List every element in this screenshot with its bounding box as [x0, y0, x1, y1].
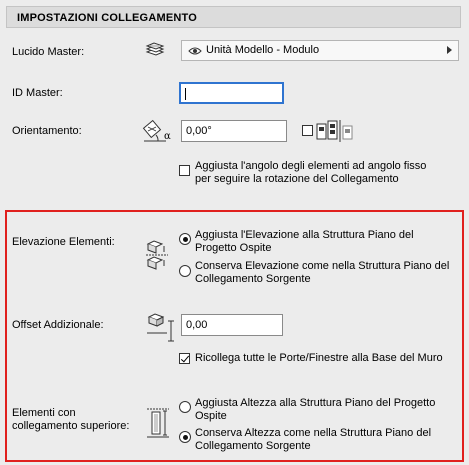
- dropdown-arrow-icon: [447, 46, 452, 54]
- elementi-sup-option-1-line1: Aggiusta Altezza alla Struttura Piano de…: [195, 397, 436, 409]
- elevazione-label: Elevazione Elementi:: [12, 236, 115, 248]
- eye-icon: [188, 46, 202, 59]
- layer-stack-icon: [144, 42, 166, 60]
- top-linked-height-icon: [145, 405, 173, 441]
- reconnect-doors-windows-label: Ricollega tutte le Porte/Finestre alla B…: [195, 352, 443, 364]
- elementi-sup-option-2-line1: Conserva Altezza come nella Struttura Pi…: [195, 427, 432, 439]
- section-title: IMPOSTAZIONI COLLEGAMENTO: [17, 12, 197, 24]
- elevazione-option-2-line2: Collegamento Sorgente: [195, 273, 311, 285]
- rotate-fixed-angle-label-line2: per seguire la rotazione del Collegament…: [195, 173, 399, 185]
- svg-text:α: α: [164, 131, 171, 142]
- rotate-fixed-angle-label-line1: Aggiusta l'angolo degli elementi ad ango…: [195, 160, 427, 172]
- elevazione-option-1-label: Aggiusta l'Elevazione alla Struttura Pia…: [195, 229, 414, 255]
- elementi-sup-option-1-label: Aggiusta Altezza alla Struttura Piano de…: [195, 397, 435, 423]
- elementi-sup-option-2-line2: Collegamento Sorgente: [195, 440, 311, 452]
- lucido-master-value: Unità Modello - Modulo: [206, 44, 320, 56]
- elevazione-option-1-radio[interactable]: [179, 233, 191, 245]
- lucido-master-label: Lucido Master:: [12, 46, 85, 58]
- orientamento-value: 0,00°: [186, 125, 212, 137]
- rotate-fixed-angle-label: Aggiusta l'angolo degli elementi ad ango…: [195, 160, 426, 186]
- offset-elevation-icon: [145, 311, 177, 343]
- fixed-angle-elements-icon: [315, 118, 361, 144]
- id-master-label: ID Master:: [12, 87, 63, 99]
- elementi-sup-option-1-line2: Ospite: [195, 410, 227, 422]
- offset-value: 0,00: [186, 319, 208, 331]
- reconnect-doors-windows-checkbox[interactable]: [179, 353, 190, 364]
- elementi-superiore-label: Elementi con collegamento superiore:: [12, 407, 129, 433]
- elementi-superiore-label-line1: Elementi con: [12, 407, 76, 419]
- elevazione-option-1-line1: Aggiusta l'Elevazione alla Struttura Pia…: [195, 229, 414, 241]
- text-caret: [185, 88, 186, 100]
- elementi-sup-option-1-radio[interactable]: [179, 401, 191, 413]
- orientamento-label: Orientamento:: [12, 125, 82, 137]
- elementi-superiore-label-line2: collegamento superiore:: [12, 420, 130, 432]
- story-elevation-icon: [144, 238, 172, 272]
- orientation-lock-checkbox[interactable]: [302, 125, 313, 136]
- orientamento-field[interactable]: 0,00°: [181, 120, 287, 142]
- elevazione-option-2-label: Conserva Elevazione come nella Struttura…: [195, 260, 449, 286]
- section-header[interactable]: IMPOSTAZIONI COLLEGAMENTO: [6, 6, 461, 28]
- lucido-master-dropdown[interactable]: Unità Modello - Modulo: [181, 40, 459, 61]
- elevazione-option-2-radio[interactable]: [179, 265, 191, 277]
- elementi-sup-option-2-radio[interactable]: [179, 431, 191, 443]
- offset-field[interactable]: 0,00: [181, 314, 283, 336]
- elementi-sup-option-2-label: Conserva Altezza come nella Struttura Pi…: [195, 427, 431, 453]
- angle-orientation-icon: α: [140, 117, 176, 147]
- rotate-fixed-angle-checkbox[interactable]: [179, 165, 190, 176]
- elevazione-option-1-line2: Progetto Ospite: [195, 242, 272, 254]
- offset-label: Offset Addizionale:: [12, 319, 104, 331]
- elevazione-option-2-line1: Conserva Elevazione come nella Struttura…: [195, 260, 450, 272]
- id-master-field[interactable]: [179, 82, 284, 104]
